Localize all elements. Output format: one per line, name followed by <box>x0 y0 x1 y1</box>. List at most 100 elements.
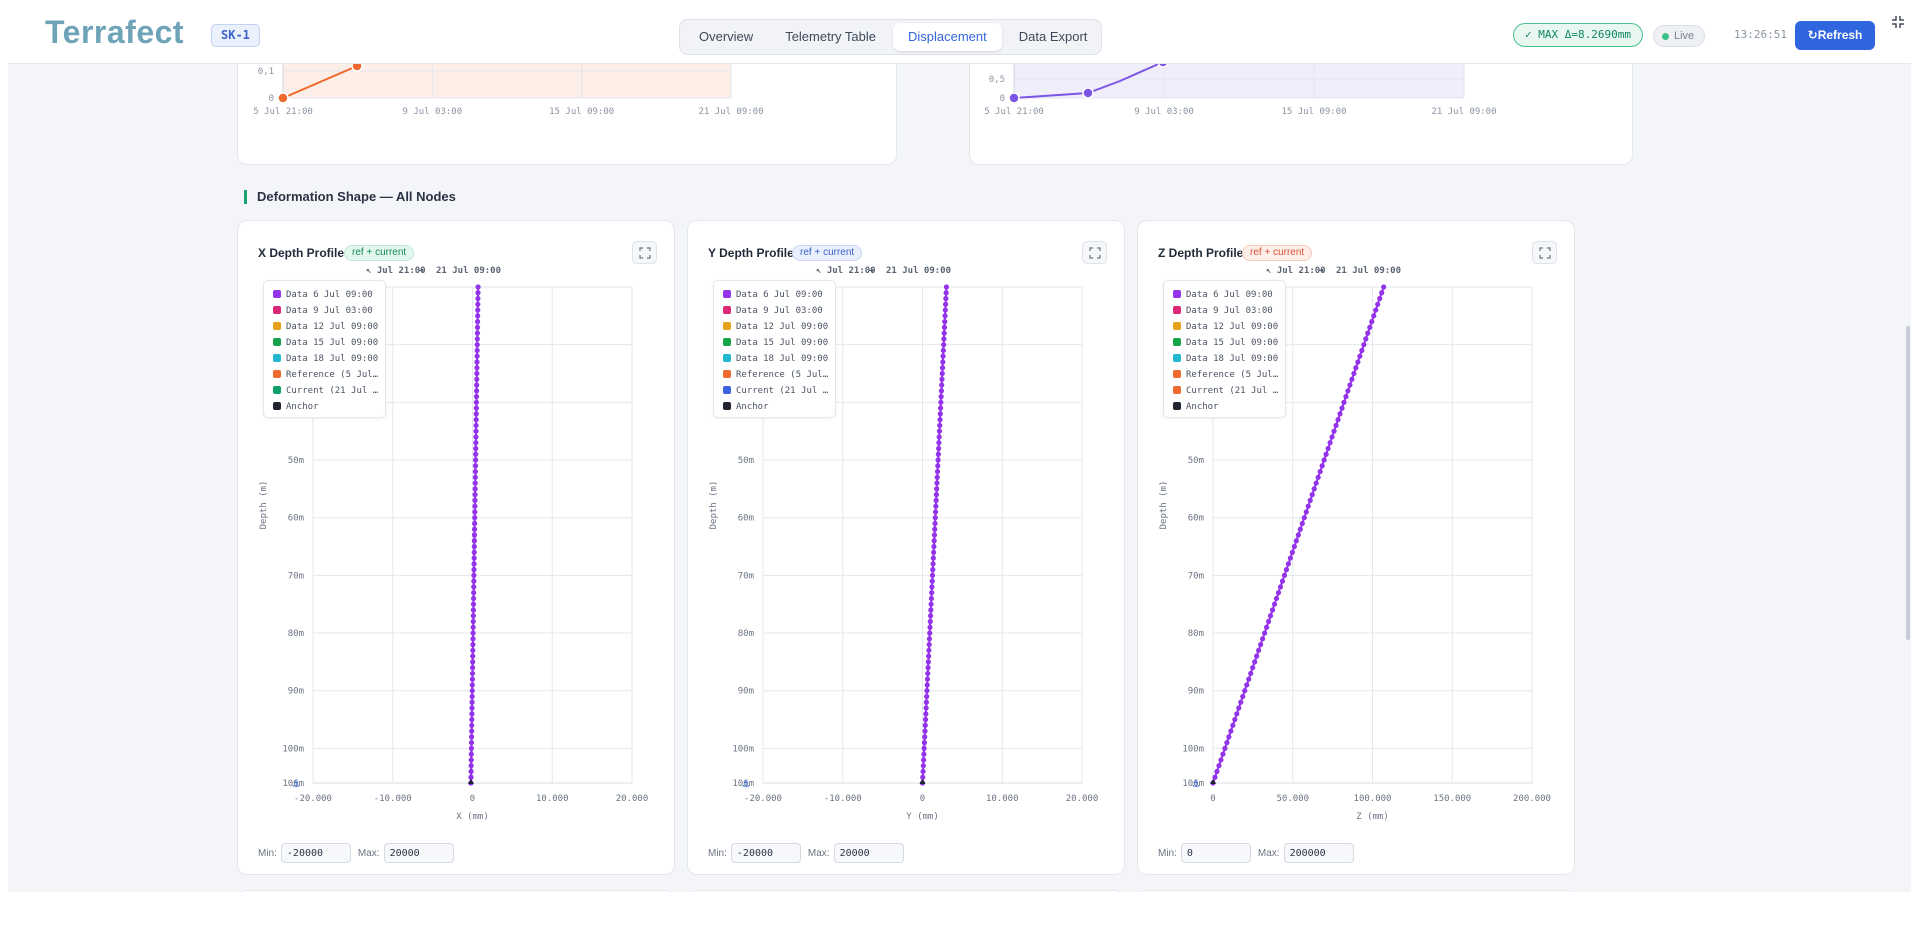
node-point[interactable] <box>474 376 480 382</box>
node-point[interactable] <box>473 428 479 434</box>
node-point[interactable] <box>931 538 937 544</box>
node-point[interactable] <box>925 665 931 671</box>
node-point[interactable] <box>468 774 474 780</box>
node-point[interactable] <box>474 359 480 365</box>
node-point[interactable] <box>474 365 480 371</box>
node-point[interactable] <box>468 734 475 740</box>
legend-item[interactable]: Data 6 Jul 09:00 <box>723 286 835 302</box>
node-point[interactable] <box>941 330 947 336</box>
node-point[interactable] <box>1337 411 1343 417</box>
node-point[interactable] <box>472 515 478 521</box>
legend-item[interactable]: Data 15 Jul 09:00 <box>1173 334 1285 350</box>
max-input[interactable] <box>1283 843 1354 863</box>
node-point[interactable] <box>1319 463 1325 469</box>
node-point[interactable] <box>471 526 478 532</box>
node-point[interactable] <box>1269 607 1276 613</box>
node-point[interactable] <box>943 284 950 290</box>
node-point[interactable] <box>470 630 476 636</box>
node-point[interactable] <box>939 370 945 377</box>
node-point[interactable] <box>474 330 481 336</box>
node-point[interactable] <box>1355 359 1361 365</box>
node-point[interactable] <box>929 572 936 578</box>
max-input[interactable] <box>383 843 454 863</box>
node-point[interactable] <box>1343 393 1349 400</box>
node-point[interactable] <box>1313 480 1319 486</box>
node-point[interactable] <box>931 549 937 555</box>
node-point[interactable] <box>1367 324 1373 330</box>
node-point[interactable] <box>1365 330 1371 336</box>
node-point[interactable] <box>1341 399 1347 405</box>
node-point[interactable] <box>1375 301 1381 307</box>
node-point[interactable] <box>930 567 936 573</box>
node-point[interactable] <box>1339 405 1345 411</box>
node-point[interactable] <box>470 641 476 648</box>
node-point[interactable] <box>1299 520 1305 527</box>
node-point[interactable] <box>1236 705 1242 711</box>
node-point[interactable] <box>935 451 941 457</box>
legend-item[interactable]: Reference (5 Jul… <box>723 366 835 382</box>
node-point[interactable] <box>1246 676 1252 682</box>
node-point[interactable] <box>934 468 941 475</box>
node-point[interactable] <box>1212 774 1218 780</box>
node-point[interactable] <box>1301 515 1307 521</box>
node-point[interactable] <box>925 670 931 677</box>
node-point[interactable] <box>938 388 945 394</box>
node-point[interactable] <box>1305 503 1311 509</box>
node-point[interactable] <box>942 307 948 313</box>
node-point[interactable] <box>468 740 475 746</box>
node-point[interactable] <box>924 693 930 700</box>
legend-item[interactable]: Reference (5 Jul… <box>1173 366 1285 382</box>
node-point[interactable] <box>923 711 929 717</box>
node-point[interactable] <box>1283 567 1290 573</box>
node-point[interactable] <box>933 492 940 498</box>
node-point[interactable] <box>472 509 478 515</box>
node-point[interactable] <box>939 376 945 382</box>
node-point[interactable] <box>930 555 936 561</box>
node-point[interactable] <box>934 474 940 480</box>
tab-displacement[interactable]: Displacement <box>893 23 1002 51</box>
node-point[interactable] <box>921 757 927 763</box>
node-point[interactable] <box>926 647 932 653</box>
node-point[interactable] <box>1240 693 1246 700</box>
legend-item[interactable]: Data 15 Jul 09:00 <box>723 334 835 350</box>
node-point[interactable] <box>1359 347 1365 354</box>
node-point[interactable] <box>470 601 477 607</box>
node-point[interactable] <box>469 699 475 705</box>
node-point[interactable] <box>1216 763 1222 769</box>
node-point[interactable] <box>1363 336 1369 342</box>
node-point[interactable] <box>473 411 479 417</box>
node-point[interactable] <box>468 751 474 757</box>
node-point[interactable] <box>922 734 928 740</box>
node-point[interactable] <box>921 751 927 757</box>
node-point[interactable] <box>470 624 476 630</box>
node-point[interactable] <box>470 653 476 659</box>
node-point[interactable] <box>473 422 479 429</box>
node-point[interactable] <box>939 365 946 371</box>
node-point[interactable] <box>1303 509 1309 515</box>
node-point[interactable] <box>470 613 476 619</box>
legend-item[interactable]: Anchor <box>723 398 835 414</box>
node-point[interactable] <box>469 676 476 682</box>
node-point[interactable] <box>472 503 478 509</box>
node-point[interactable] <box>1222 745 1228 751</box>
node-point[interactable] <box>473 445 479 452</box>
node-point[interactable] <box>931 543 937 550</box>
node-point[interactable] <box>939 382 945 388</box>
node-point[interactable] <box>1279 578 1286 584</box>
node-point[interactable] <box>1373 307 1379 313</box>
node-point[interactable] <box>474 353 480 359</box>
live-indicator[interactable]: Live <box>1653 25 1706 47</box>
node-point[interactable] <box>1377 295 1383 302</box>
node-point[interactable] <box>1297 526 1303 532</box>
node-point[interactable] <box>468 757 474 763</box>
legend-item[interactable]: Data 12 Jul 09:00 <box>723 318 835 334</box>
node-point[interactable] <box>1289 549 1295 555</box>
node-point[interactable] <box>926 636 933 642</box>
node-point[interactable] <box>471 578 477 584</box>
node-point[interactable] <box>471 590 477 596</box>
node-point[interactable] <box>932 515 938 521</box>
legend-item[interactable]: Data 6 Jul 09:00 <box>1173 286 1285 302</box>
node-point[interactable] <box>1345 388 1351 394</box>
node-point[interactable] <box>468 763 474 769</box>
tab-overview[interactable]: Overview <box>684 23 768 51</box>
